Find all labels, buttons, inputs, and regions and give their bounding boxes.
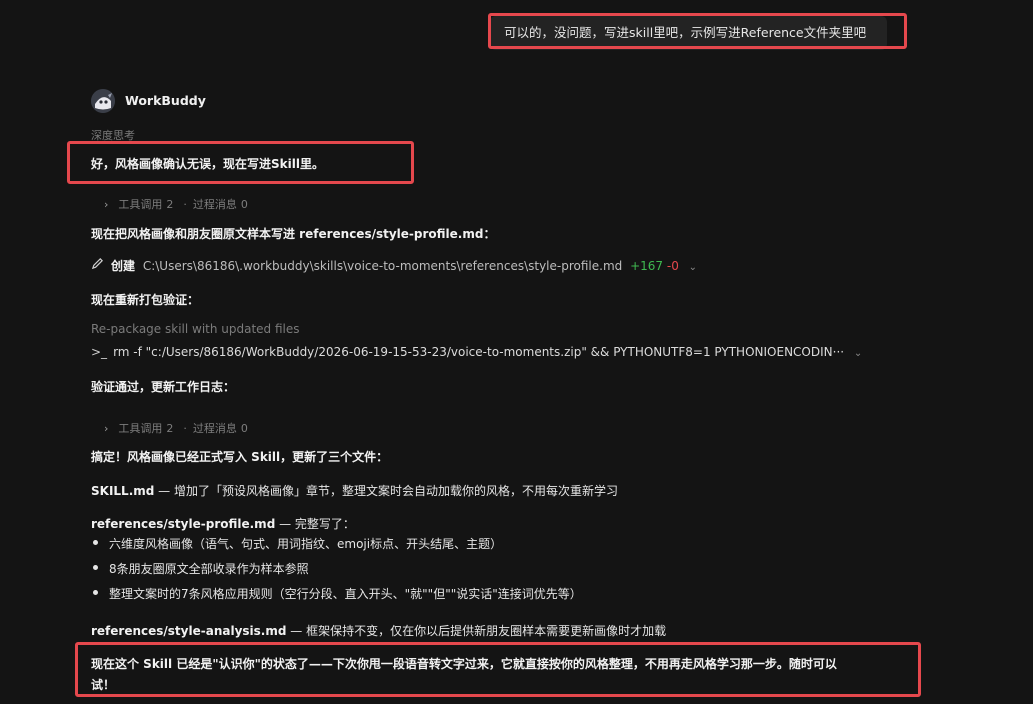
create-action-label: 创建 [111,259,136,273]
chevron-down-icon[interactable]: ⌄ [854,348,862,359]
chat-view: 可以的，没问题，写进skill里吧，示例写进Reference文件夹里吧 Wor… [0,0,1033,704]
deep-thinking-toggle[interactable]: 深度思考 [91,127,135,143]
command-text: rm -f "c:/Users/86186/WorkBuddy/2026-06-… [113,345,845,359]
command-row[interactable]: >_ rm -f "c:/Users/86186/WorkBuddy/2026-0… [91,345,862,359]
file-create-row[interactable]: 创建 C:\Users\86186\.workbuddy\skills\voic… [91,257,697,274]
file-summary-style-analysis: references/style-analysis.md — 框架保持不变，仅在… [91,622,666,639]
chevron-down-icon[interactable]: ⌄ [689,262,697,273]
file-description: — 框架保持不变，仅在你以后提供新朋友圈样本需要更新画像时才加载 [286,624,667,638]
file-name: references/style-analysis.md [91,624,287,638]
chevron-right-icon: › [104,422,109,435]
file-name: references/style-profile.md [91,517,276,531]
assistant-line-write-profile: 现在把风格画像和朋友圈原文样本写进 references/style-profi… [91,227,496,241]
terminal-icon: >_ [91,345,108,359]
tool-calls-label: 工具调用 [118,422,163,435]
file-description: — 完整写了： [275,517,355,531]
user-message-bubble: 可以的，没问题，写进skill里吧，示例写进Reference文件夹里吧 [490,16,887,50]
separator-dot: · [183,198,187,211]
file-summary-style-profile: references/style-profile.md — 完整写了： [91,515,355,532]
tool-calls-count: 2 [166,422,174,435]
process-messages-label: 过程消息 [192,198,237,211]
bullet-dot [93,540,98,545]
summary-intro: 搞定！风格画像已经正式写入 Skill，更新了三个文件： [91,450,389,464]
lines-added: +167 [630,259,664,273]
created-file-path[interactable]: C:\Users\86186\.workbuddy\skills\voice-t… [143,259,622,273]
workbuddy-avatar-icon [91,89,115,113]
chevron-right-icon: › [104,198,109,211]
process-messages-label: 过程消息 [192,422,237,435]
process-messages-count: 0 [240,198,248,211]
bullet-dot [93,565,98,570]
file-summary-skill: SKILL.md — 增加了「预设风格画像」章节，整理文案时会自动加载你的风格，… [91,482,618,499]
separator-dot: · [183,422,187,435]
closing-text-line-1: 现在这个 Skill 已经是"认识你"的状态了——下次你甩一段语音转文字过来，它… [91,657,837,671]
assistant-name: WorkBuddy [125,93,206,108]
closing-text-line-2: 试！ [91,678,116,692]
tool-call-summary[interactable]: › 工具调用 2 · 过程消息 0 [104,196,252,212]
tool-calls-label: 工具调用 [118,198,163,211]
command-caption: Re-package skill with updated files [91,322,300,336]
pencil-icon [91,257,105,273]
list-item: 整理文案时的7条风格应用规则（空行分段、直入开头、"就""但""说实话"连接词优… [109,587,582,601]
tool-calls-count: 2 [166,198,174,211]
list-item: 8条朋友圈原文全部收录作为样本参照 [109,562,309,576]
bullet-dot [93,590,98,595]
list-item: 六维度风格画像（语气、句式、用词指纹、emoji标点、开头结尾、主题） [109,537,503,551]
lines-removed: -0 [666,259,679,273]
assistant-intro-text: 好，风格画像确认无误，现在写进Skill里。 [91,157,324,171]
process-messages-count: 0 [240,422,248,435]
file-name: SKILL.md [91,484,155,498]
user-message-text: 可以的，没问题，写进skill里吧，示例写进Reference文件夹里吧 [504,25,867,40]
assistant-line-repackage: 现在重新打包验证： [91,293,200,307]
file-description: — 增加了「预设风格画像」章节，整理文案时会自动加载你的风格，不用每次重新学习 [154,484,618,498]
tool-call-summary[interactable]: › 工具调用 2 · 过程消息 0 [104,420,252,436]
assistant-line-verified: 验证通过，更新工作日志： [91,380,236,394]
